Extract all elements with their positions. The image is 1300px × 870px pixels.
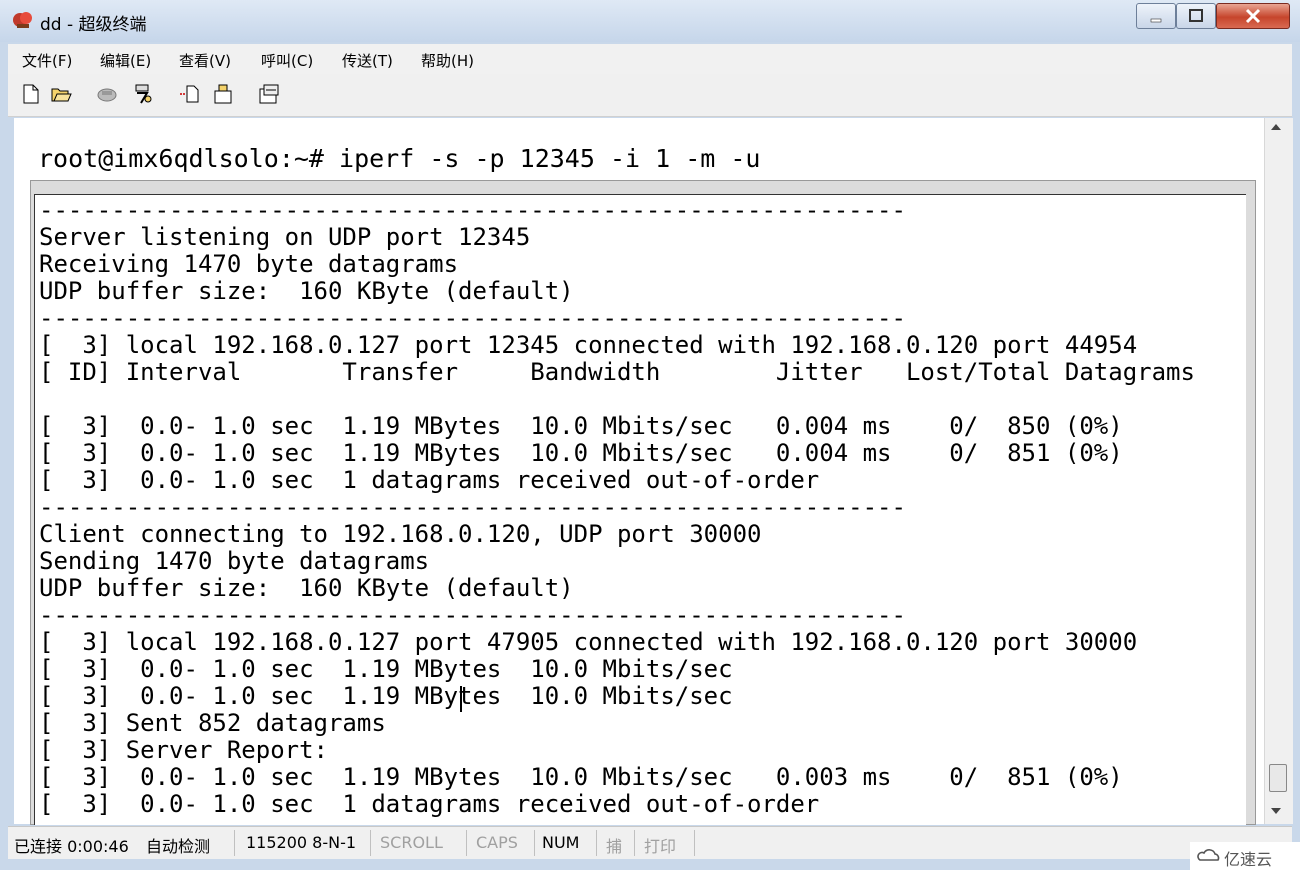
terminal-line: [ 3] 0.0- 1.0 sec 1.19 MBytes 10.0 Mbits… [39, 655, 733, 683]
toolbar [8, 74, 1292, 117]
terminal-line: Server listening on UDP port 12345 [39, 223, 531, 251]
status-connected: 已连接 0:00:46 [14, 837, 129, 856]
minimize-button[interactable] [1136, 3, 1176, 29]
terminal-output[interactable]: ----------------------------------------… [34, 194, 1246, 825]
terminal-line: ----------------------------------------… [39, 304, 906, 332]
status-print: 打印 [644, 837, 677, 856]
status-detect: 自动检测 [146, 837, 211, 856]
scroll-up-icon[interactable] [1271, 124, 1281, 130]
call-icon[interactable] [132, 83, 154, 105]
terminal-line: [ 3] 0.0- 1.0 sec 1.19 MBytes 10.0 Mbits… [39, 439, 1123, 467]
status-serial: 115200 8-N-1 [246, 833, 357, 852]
terminal-line: [ 3] Server Report: [39, 736, 328, 764]
menu-bar: 文件(F) 编辑(E) 查看(V) 呼叫(C) 传送(T) 帮助(H) [8, 44, 1292, 74]
close-button[interactable] [1216, 3, 1290, 29]
vertical-scrollbar[interactable] [1264, 118, 1293, 824]
terminal-line: ----------------------------------------… [39, 196, 906, 224]
status-caps: CAPS [476, 833, 518, 852]
terminal-line: UDP buffer size: 160 KByte (default) [39, 574, 574, 602]
terminal-line: [ 3] local 192.168.0.127 port 12345 conn… [39, 331, 1138, 359]
text-cursor-icon [460, 686, 462, 712]
terminal-line: ----------------------------------------… [39, 493, 906, 521]
watermark-text: 亿速云 [1224, 850, 1273, 869]
disconnect-icon[interactable] [96, 83, 118, 105]
terminal-line: ----------------------------------------… [39, 601, 906, 629]
menu-file[interactable]: 文件(F) [22, 50, 72, 71]
terminal-line: Receiving 1470 byte datagrams [39, 250, 459, 278]
menu-call[interactable]: 呼叫(C) [261, 50, 313, 71]
command-line: root@imx6qdlsolo:~# iperf -s -p 12345 -i… [38, 144, 761, 173]
minimize-icon [1150, 18, 1162, 23]
terminal-lines: ----------------------------------------… [39, 197, 1195, 818]
status-separator [370, 830, 371, 856]
status-separator [466, 830, 467, 856]
terminal-line: [ 3] 0.0- 1.0 sec 1.19 MBytes 10.0 Mbits… [39, 763, 1123, 791]
menu-view[interactable]: 查看(V) [179, 50, 231, 71]
properties-icon[interactable] [258, 83, 280, 105]
status-scroll: SCROLL [380, 833, 443, 852]
cloud-logo-icon [1197, 849, 1220, 861]
menu-transfer[interactable]: 传送(T) [342, 50, 393, 71]
send-icon[interactable] [178, 83, 200, 105]
terminal-line: [ 3] 0.0- 1.0 sec 1.19 MBytes 10.0 Mbits… [39, 412, 1123, 440]
receive-icon[interactable] [212, 83, 234, 105]
scroll-down-icon[interactable] [1271, 808, 1281, 814]
terminal-line: [ 3] 0.0- 1.0 sec 1 datagrams received o… [39, 466, 820, 494]
status-separator [234, 830, 235, 856]
maximize-icon [1189, 9, 1203, 22]
menu-edit[interactable]: 编辑(E) [100, 50, 151, 71]
watermark: 亿速云 [1190, 842, 1300, 870]
close-icon [1245, 8, 1261, 24]
open-icon[interactable] [50, 83, 72, 105]
app-icon [13, 12, 32, 28]
status-separator [596, 830, 597, 856]
terminal-line: UDP buffer size: 160 KByte (default) [39, 277, 574, 305]
new-icon[interactable] [20, 83, 42, 105]
terminal-line: Sending 1470 byte datagrams [39, 547, 430, 575]
hyperterminal-window: dd - 超级终端 文件(F) 编辑(E) 查看(V) 呼叫(C) 传送(T) … [0, 0, 1300, 870]
status-separator [634, 830, 635, 856]
status-separator [534, 830, 535, 856]
window-title: dd - 超级终端 [40, 15, 147, 35]
scroll-thumb[interactable] [1269, 764, 1287, 792]
menu-help[interactable]: 帮助(H) [421, 50, 474, 71]
maximize-button[interactable] [1176, 3, 1216, 29]
terminal-line: [ 3] 0.0- 1.0 sec 1 datagrams received o… [39, 790, 820, 818]
status-bar: 已连接 0:00:46 自动检测 115200 8-N-1 SCROLL CAP… [8, 826, 1292, 859]
status-separator [694, 830, 695, 856]
status-num: NUM [542, 833, 580, 852]
status-capture: 捕 [606, 837, 623, 856]
terminal-line: [ ID] Interval Transfer Bandwidth Jitter… [39, 358, 1195, 386]
terminal-line: [ 3] Sent 852 datagrams [39, 709, 386, 737]
terminal-line: Client connecting to 192.168.0.120, UDP … [39, 520, 762, 548]
title-bar[interactable]: dd - 超级终端 [0, 0, 1300, 42]
terminal-line: [ 3] local 192.168.0.127 port 47905 conn… [39, 628, 1138, 656]
terminal-line: [ 3] 0.0- 1.0 sec 1.19 MBytes 10.0 Mbits… [39, 682, 733, 710]
